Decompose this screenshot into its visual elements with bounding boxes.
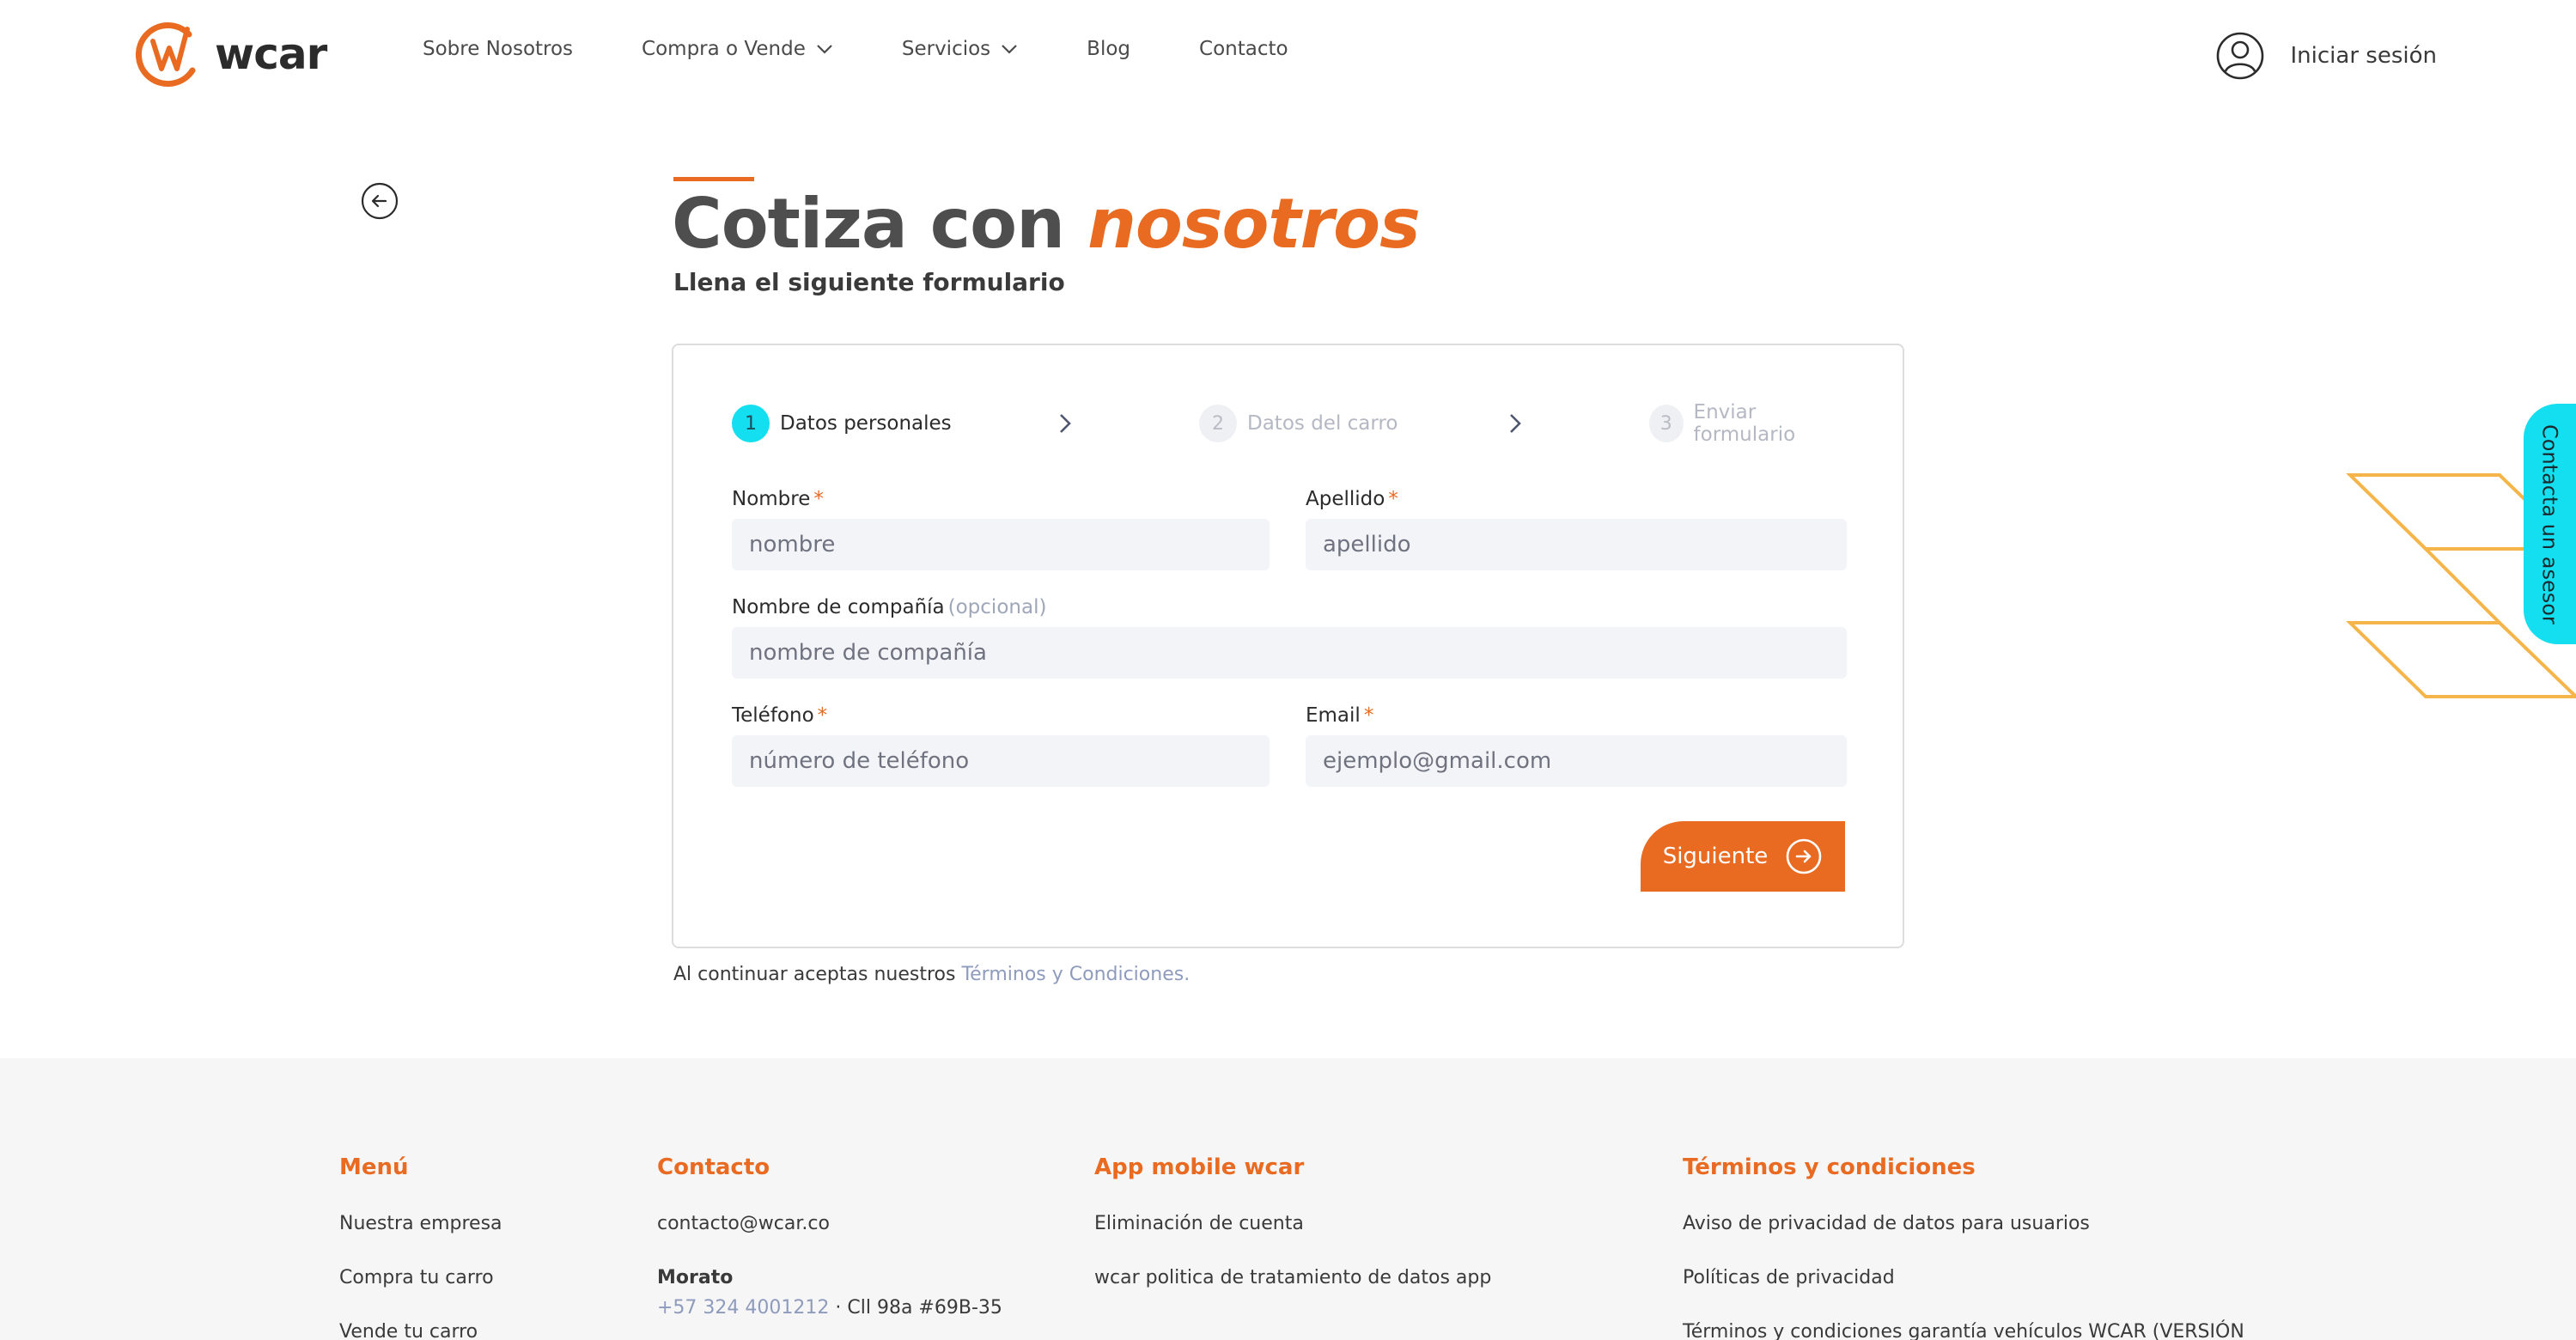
siguiente-label: Siguiente (1662, 844, 1769, 869)
footer-terms-title: Términos y condiciones (1683, 1154, 1976, 1180)
nav-contacto[interactable]: Contacto (1199, 38, 1288, 60)
footer-app-title: App mobile wcar (1094, 1154, 1305, 1180)
email-input[interactable] (1306, 735, 1847, 787)
footer-link[interactable]: Términos y condiciones garantía vehículo… (1683, 1321, 2244, 1340)
page-subtitle: Llena el siguiente formulario (673, 268, 1065, 296)
footer-phone-link[interactable]: +57 324 4001212 (657, 1297, 829, 1319)
required-mark: * (813, 488, 824, 510)
step-label: Enviar formulario (1693, 401, 1796, 446)
chevron-down-icon (817, 45, 832, 54)
email-label: Email * (1306, 704, 1373, 727)
footer-location-name: Morato (657, 1267, 734, 1288)
nav-blog[interactable]: Blog (1087, 38, 1130, 60)
chevron-down-icon (1002, 45, 1017, 54)
quote-form-card: 1 Datos personales 2 Datos del carro 3 E… (672, 344, 1904, 948)
apellido-label: Apellido * (1306, 488, 1398, 510)
footer-link[interactable]: Eliminación de cuenta (1094, 1213, 1491, 1234)
step-enviar-formulario[interactable]: 3 Enviar formulario (1649, 401, 1847, 446)
title-accent-bar (673, 177, 754, 181)
nav-label: Contacto (1199, 38, 1288, 60)
nombre-input[interactable] (732, 519, 1270, 570)
step-datos-personales[interactable]: 1 Datos personales (732, 404, 952, 443)
terms-notice: Al continuar aceptas nuestros Términos y… (673, 964, 1190, 985)
main-nav: Sobre Nosotros Compra o Vende Servicios … (423, 38, 1357, 60)
footer-menu-title: Menú (339, 1154, 409, 1180)
compania-input[interactable] (732, 627, 1847, 679)
wcar-logo[interactable]: wcar (136, 17, 327, 91)
wcar-logo-icon (136, 22, 196, 88)
chevron-right-icon (1060, 414, 1071, 433)
footer-link[interactable]: wcar politica de tratamiento de datos ap… (1094, 1267, 1491, 1288)
contact-advisor-label: Contacta un asesor (2537, 423, 2562, 624)
compania-label-text: Nombre de compañía (732, 596, 945, 618)
footer-location-details: +57 324 4001212 · Cll 98a #69B-35 (657, 1297, 1002, 1319)
nav-label: Sobre Nosotros (423, 38, 574, 60)
user-icon (2216, 32, 2263, 80)
nav-label: Servicios (901, 38, 991, 60)
footer-link[interactable]: Políticas de privacidad (1683, 1267, 2244, 1288)
step-label: Datos personales (780, 412, 952, 435)
step-datos-del-carro[interactable]: 2 Datos del carro (1199, 404, 1398, 443)
footer-app-column: App mobile wcar Eliminación de cuenta wc… (1094, 1154, 1491, 1321)
apellido-label-text: Apellido (1306, 488, 1385, 510)
page-title-main: Cotiza con (672, 184, 1065, 264)
required-mark: * (817, 704, 828, 727)
footer-menu-column: Menú Nuestra empresa Compra tu carro Ven… (339, 1154, 502, 1340)
nav-servicios[interactable]: Servicios (902, 38, 1018, 60)
site-footer: Menú Nuestra empresa Compra tu carro Ven… (0, 1058, 2576, 1340)
footer-terms-column: Términos y condiciones Aviso de privacid… (1683, 1154, 2244, 1340)
footer-link[interactable]: Compra tu carro (339, 1267, 502, 1288)
form-stepper: 1 Datos personales 2 Datos del carro 3 E… (732, 401, 1847, 446)
footer-link[interactable]: Vende tu carro (339, 1321, 502, 1340)
nav-label: Blog (1087, 38, 1131, 60)
required-mark: * (1363, 704, 1374, 727)
footer-contact-title: Contacto (657, 1154, 770, 1180)
siguiente-button[interactable]: Siguiente (1641, 821, 1845, 892)
back-arrow-icon[interactable] (361, 182, 399, 220)
step-label: Datos del carro (1247, 412, 1398, 435)
email-label-text: Email (1306, 704, 1361, 727)
page-title-accent: nosotros (1087, 184, 1421, 264)
login-button[interactable]: Iniciar sesión (2215, 31, 2437, 81)
contact-advisor-tab[interactable]: Contacta un asesor (2524, 404, 2576, 644)
top-header: wcar Sobre Nosotros Compra o Vende Servi… (0, 0, 2576, 112)
footer-address: · Cll 98a #69B-35 (829, 1297, 1002, 1319)
step-number: 2 (1199, 405, 1237, 442)
footer-link[interactable]: Aviso de privacidad de datos para usuari… (1683, 1213, 2244, 1234)
terms-prefix: Al continuar aceptas nuestros (673, 964, 956, 985)
terms-link[interactable]: Términos y Condiciones. (961, 964, 1190, 985)
nombre-label: Nombre * (732, 488, 824, 510)
apellido-input[interactable] (1306, 519, 1847, 570)
optional-mark: (opcional) (947, 596, 1047, 618)
step-number: 1 (732, 405, 770, 442)
nav-compra-o-vende[interactable]: Compra o Vende (642, 38, 833, 60)
wcar-logo-text: wcar (215, 29, 327, 79)
nav-sobre-nosotros[interactable]: Sobre Nosotros (423, 38, 573, 60)
telefono-label-text: Teléfono (732, 704, 814, 727)
step-number: 3 (1649, 405, 1684, 442)
chevron-right-icon (1510, 414, 1521, 433)
footer-link[interactable]: Nuestra empresa (339, 1213, 502, 1234)
arrow-right-circle-icon (1786, 838, 1822, 874)
footer-contact-email[interactable]: contacto@wcar.co (657, 1213, 1002, 1234)
page-title: Cotiza con nosotros (672, 184, 1421, 264)
telefono-input[interactable] (732, 735, 1270, 787)
compania-label: Nombre de compañía (opcional) (732, 596, 1046, 618)
nav-label: Compra o Vende (642, 38, 806, 60)
required-mark: * (1388, 488, 1398, 510)
telefono-label: Teléfono * (732, 704, 827, 727)
login-label: Iniciar sesión (2290, 43, 2437, 69)
footer-contact-column: Contacto contacto@wcar.co Morato +57 324… (657, 1154, 1002, 1319)
nombre-label-text: Nombre (732, 488, 811, 510)
